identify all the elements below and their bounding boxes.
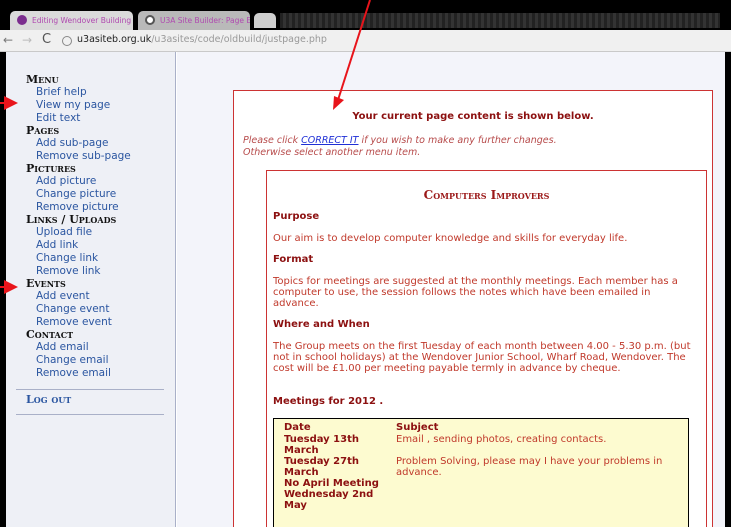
page-title: Computers Improvers xyxy=(423,188,550,202)
meeting-date: Wednesday 2nd May xyxy=(284,489,374,511)
section-heading-pages: Pages xyxy=(26,124,60,137)
meeting-date: No April Meeting xyxy=(284,478,379,489)
table-header-date: Date xyxy=(284,422,311,433)
meetings-table: Date Subject Tuesday 13th March Email , … xyxy=(273,418,689,527)
purpose-text: Our aim is to develop computer knowledge… xyxy=(273,233,628,244)
sidebar-item-view-my-page[interactable]: View my page xyxy=(26,99,175,112)
section-heading-pictures: Pictures xyxy=(26,162,76,175)
section-heading-contact: Contact xyxy=(26,328,74,341)
where-when-text: The Group meets on the first Tuesday of … xyxy=(273,341,691,374)
sidebar-item-add-sub-page[interactable]: Add sub-page xyxy=(26,137,175,150)
meeting-date: Tuesday 27th March xyxy=(284,456,359,478)
sidebar-item-change-event[interactable]: Change event xyxy=(26,303,175,316)
format-text: Topics for meetings are suggested at the… xyxy=(273,276,678,309)
browser-tab-active[interactable]: Editing Wendover Building xyxy=(10,11,133,30)
back-arrow-icon[interactable]: ← xyxy=(3,33,13,47)
tab-title: Editing Wendover Building xyxy=(32,16,132,25)
sidebar-divider xyxy=(16,389,164,390)
format-heading: Format xyxy=(273,254,314,265)
logout-link[interactable]: Log out xyxy=(26,393,175,406)
table-row: Wednesday 2nd May xyxy=(284,489,688,511)
table-row: Tuesday 27th March Problem Solving, plea… xyxy=(284,456,688,478)
reload-icon[interactable]: C xyxy=(42,32,51,47)
table-row: Tuesday 13th March Email , sending photo… xyxy=(284,434,688,456)
url-input[interactable]: u3asiteb.org.uk/u3asites/code/oldbuild/j… xyxy=(77,34,327,45)
forward-arrow-icon[interactable]: → xyxy=(22,33,32,47)
sidebar-item-add-picture[interactable]: Add picture xyxy=(26,175,175,188)
sidebar-item-remove-email[interactable]: Remove email xyxy=(26,367,175,380)
instructions-suffix: if you wish to make any further changes. xyxy=(358,135,557,146)
address-bar-row: ← → C u3asiteb.org.uk/u3asites/code/oldb… xyxy=(0,30,731,52)
url-host: u3asiteb.org.uk xyxy=(77,34,152,45)
current-content-message: Your current page content is shown below… xyxy=(352,111,594,122)
sidebar-divider xyxy=(16,414,164,415)
tab-title: U3A Site Builder: Page Edit xyxy=(160,16,250,25)
meeting-subject: Problem Solving, please may I have your … xyxy=(396,456,663,478)
tabstrip-background xyxy=(280,13,720,28)
page-info-icon[interactable] xyxy=(62,36,72,46)
browser-tab[interactable]: U3A Site Builder: Page Edit xyxy=(138,11,250,30)
sidebar-item-change-picture[interactable]: Change picture xyxy=(26,188,175,201)
purpose-heading: Purpose xyxy=(273,211,320,222)
section-heading-events: Events xyxy=(26,277,66,290)
new-tab-button[interactable] xyxy=(254,13,276,28)
table-header-subject: Subject xyxy=(396,422,439,433)
table-header-row: Date Subject xyxy=(284,422,688,434)
section-heading-menu: Menu xyxy=(26,73,59,86)
instructions-otherwise: Otherwise select another menu item. xyxy=(243,147,421,158)
loading-favicon-icon xyxy=(145,15,155,25)
instructions-text: Please click CORRECT IT if you wish to m… xyxy=(243,135,557,159)
url-path: /u3asites/code/oldbuild/justpage.php xyxy=(151,34,327,45)
meetings-heading: Meetings for 2012 . xyxy=(273,396,384,407)
correct-it-link[interactable]: CORRECT IT xyxy=(301,135,358,146)
sidebar-item-brief-help[interactable]: Brief help xyxy=(26,86,175,99)
sidebar-item-change-email[interactable]: Change email xyxy=(26,354,175,367)
section-heading-links-uploads: Links / Uploads xyxy=(26,213,117,226)
instructions-prefix: Please click xyxy=(243,135,302,146)
sidebar-item-add-email[interactable]: Add email xyxy=(26,341,175,354)
sidebar-item-add-event[interactable]: Add event xyxy=(26,290,175,303)
sidebar-menu: Menu Brief help View my page Edit text P… xyxy=(6,52,176,527)
sidebar-item-change-link[interactable]: Change link xyxy=(26,252,175,265)
site-favicon-icon xyxy=(17,15,27,25)
table-row: No April Meeting xyxy=(284,478,688,489)
meeting-subject: Email , sending photos, creating contact… xyxy=(396,434,607,445)
where-when-heading: Where and When xyxy=(273,319,370,330)
sidebar-item-add-link[interactable]: Add link xyxy=(26,239,175,252)
meeting-date: Tuesday 13th March xyxy=(284,434,359,456)
browser-tabbar: Editing Wendover Building U3A Site Build… xyxy=(0,0,731,30)
sidebar-item-upload-file[interactable]: Upload file xyxy=(26,226,175,239)
